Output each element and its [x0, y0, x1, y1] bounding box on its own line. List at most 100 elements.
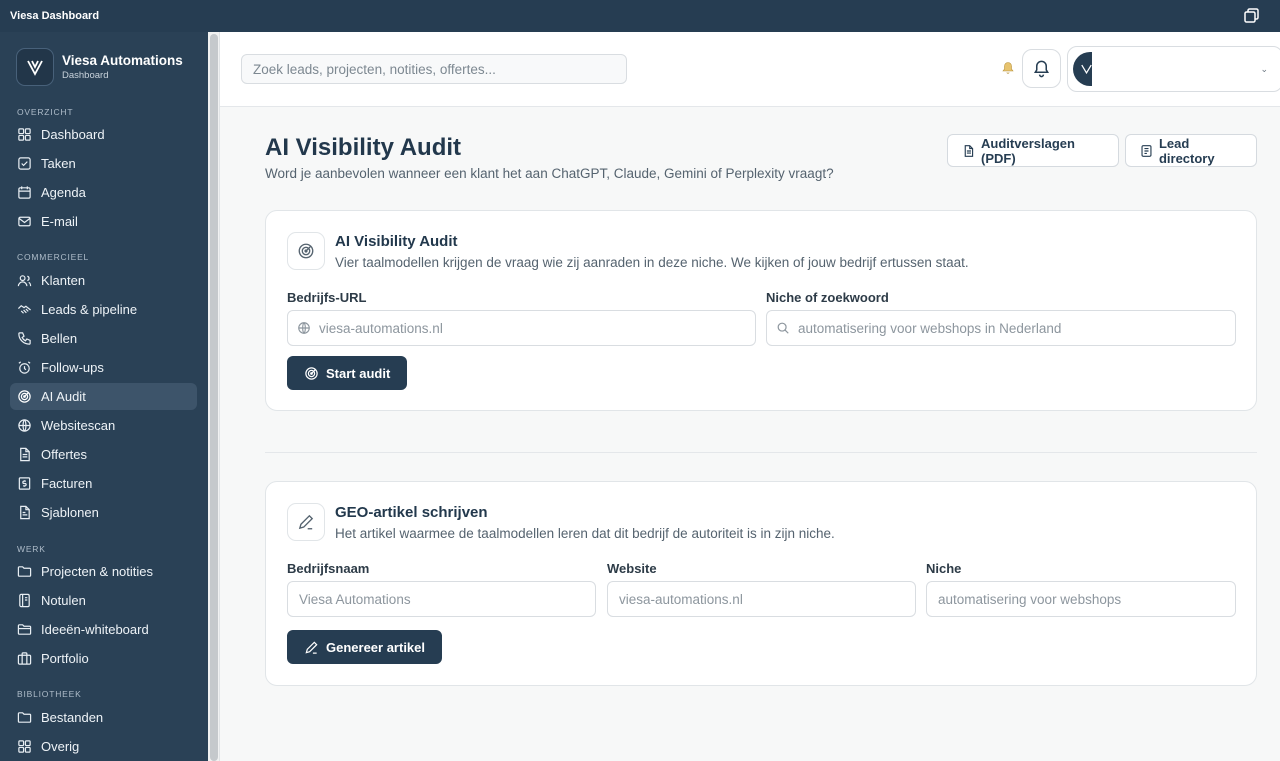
grid-icon	[18, 128, 31, 141]
sidebar-item-notulen[interactable]: Notulen	[10, 587, 197, 614]
radar-icon	[18, 390, 31, 403]
profile-menu[interactable]: ⌄	[1067, 46, 1280, 92]
button-label: Lead directory	[1158, 135, 1215, 166]
section-overzicht: OVERZICHT	[17, 107, 74, 117]
sidebar-item-label: Ideeën-whiteboard	[41, 622, 149, 637]
sidebar-item-leads[interactable]: Leads & pipeline	[10, 296, 197, 323]
sidebar-item-label: Projecten & notities	[41, 564, 154, 579]
folder-icon	[17, 712, 32, 723]
audit-reports-button[interactable]: Auditverslagen (PDF)	[947, 134, 1119, 167]
card-title: AI Visibility Audit	[335, 233, 458, 250]
button-label: Start audit	[326, 365, 391, 381]
folder-icon	[17, 566, 32, 577]
niche-input[interactable]	[926, 581, 1236, 617]
geo-article-card: GEO-artikel schrijven Het artikel waarme…	[265, 481, 1257, 686]
sidebar-item-follow-ups[interactable]: Follow-ups	[10, 354, 197, 381]
v-logo-icon	[27, 60, 43, 76]
sidebar-item-overig[interactable]: Overig	[10, 733, 197, 760]
company-name-input[interactable]	[287, 581, 596, 617]
template-icon	[20, 505, 30, 520]
audit-card-icon	[287, 232, 325, 270]
company-name-label: Bedrijfsnaam	[287, 561, 370, 576]
generate-article-button[interactable]: Genereer artikel	[287, 630, 443, 664]
sidebar-item-label: Notulen	[41, 593, 86, 608]
mail-icon	[18, 216, 31, 227]
sidebar-item-bestanden[interactable]: Bestanden	[10, 704, 197, 731]
file-icon	[1141, 144, 1152, 157]
check-square-icon	[18, 157, 31, 170]
globe-icon	[18, 419, 31, 432]
file-icon	[20, 447, 30, 462]
card-description: Het artikel waarmee de taalmodellen lere…	[335, 526, 835, 541]
sidebar-item-websitescan[interactable]: Websitescan	[10, 412, 197, 439]
notification-status-icon	[1002, 62, 1014, 74]
lead-directory-button[interactable]: Lead directory	[1125, 134, 1257, 167]
section-bibliotheek: BIBLIOTHEEK	[17, 689, 82, 699]
page-title: AI Visibility Audit	[265, 134, 462, 161]
sidebar-item-label: E-mail	[41, 214, 78, 229]
sidebar-item-label: Sjablonen	[41, 505, 99, 520]
sidebar-item-agenda[interactable]: Agenda	[10, 179, 197, 206]
sidebar-item-label: Follow-ups	[41, 360, 104, 375]
sidebar-item-label: Bestanden	[41, 710, 104, 725]
sidebar-item-label: Taken	[41, 156, 76, 171]
section-commercieel: COMMERCIEEL	[17, 252, 90, 262]
company-url-input[interactable]	[287, 310, 756, 346]
notebook-icon	[19, 593, 30, 608]
sidebar-item-klanten[interactable]: Klanten	[10, 267, 197, 294]
alarm-clock-icon	[18, 361, 31, 374]
avatar	[1073, 52, 1092, 86]
geo-card-icon	[287, 503, 325, 541]
sidebar-item-label: Agenda	[41, 185, 86, 200]
sidebar-scrollbar[interactable]	[208, 32, 220, 761]
sidebar-item-taken[interactable]: Taken	[10, 150, 197, 177]
sidebar-item-dashboard[interactable]: Dashboard	[10, 121, 197, 148]
brand[interactable]: Viesa Automations Dashboard	[16, 48, 183, 86]
scrollbar-thumb[interactable]	[210, 34, 218, 761]
sidebar-item-sjablonen[interactable]: Sjablonen	[10, 499, 197, 526]
phone-icon	[18, 332, 31, 345]
handshake-icon	[17, 304, 31, 314]
sidebar-item-label: Facturen	[41, 476, 93, 491]
sidebar-item-e-mail[interactable]: E-mail	[10, 208, 197, 235]
sidebar-item-ideeen-whiteboard[interactable]: Ideeën-whiteboard	[10, 616, 197, 643]
sidebar-item-ai-audit[interactable]: AI Audit	[10, 383, 197, 410]
sidebar: Viesa Automations Dashboard OVERZICHT Da…	[0, 32, 208, 761]
niche-keyword-input[interactable]	[766, 310, 1236, 346]
brand-subtitle: Dashboard	[62, 70, 109, 81]
top-header: ⌄	[220, 32, 1280, 107]
website-label: Website	[607, 561, 657, 576]
users-icon	[17, 275, 32, 287]
niche-label: Niche of zoekwoord	[766, 290, 889, 305]
notifications-button[interactable]	[1022, 49, 1061, 88]
sidebar-item-projecten[interactable]: Projecten & notities	[10, 558, 197, 585]
audit-card: AI Visibility Audit Vier taalmodellen kr…	[265, 210, 1257, 411]
sidebar-item-facturen[interactable]: Facturen	[10, 470, 197, 497]
search-input[interactable]	[241, 54, 627, 84]
start-audit-button[interactable]: Start audit	[287, 356, 408, 390]
restore-window-icon[interactable]	[1242, 7, 1260, 25]
v-logo-icon	[1081, 64, 1092, 75]
sidebar-item-label: Dashboard	[41, 127, 105, 142]
search-icon	[777, 322, 789, 334]
website-input[interactable]	[607, 581, 916, 617]
sidebar-item-label: Bellen	[41, 331, 78, 346]
folder-open-icon	[17, 624, 32, 635]
sidebar-item-portfolio[interactable]: Portfolio	[10, 645, 197, 672]
sidebar-item-label: Websitescan	[41, 418, 116, 433]
sidebar-item-label: Leads & pipeline	[41, 302, 138, 317]
sidebar-item-label: Portfolio	[41, 651, 89, 666]
file-icon	[964, 144, 974, 157]
globe-icon	[298, 322, 310, 334]
pen-icon	[305, 640, 318, 654]
sidebar-item-offertes[interactable]: Offertes	[10, 441, 197, 468]
receipt-icon	[18, 477, 31, 490]
window-title: Viesa Dashboard	[10, 10, 100, 22]
window-titlebar: Viesa Dashboard	[0, 0, 1280, 32]
url-label: Bedrijfs-URL	[287, 290, 367, 305]
button-label: Genereer artikel	[326, 639, 426, 655]
sidebar-item-bellen[interactable]: Bellen	[10, 325, 197, 352]
grid-icon	[18, 740, 31, 753]
button-label: Auditverslagen (PDF)	[981, 135, 1075, 166]
chevron-down-icon[interactable]: ⌄	[1260, 64, 1268, 75]
